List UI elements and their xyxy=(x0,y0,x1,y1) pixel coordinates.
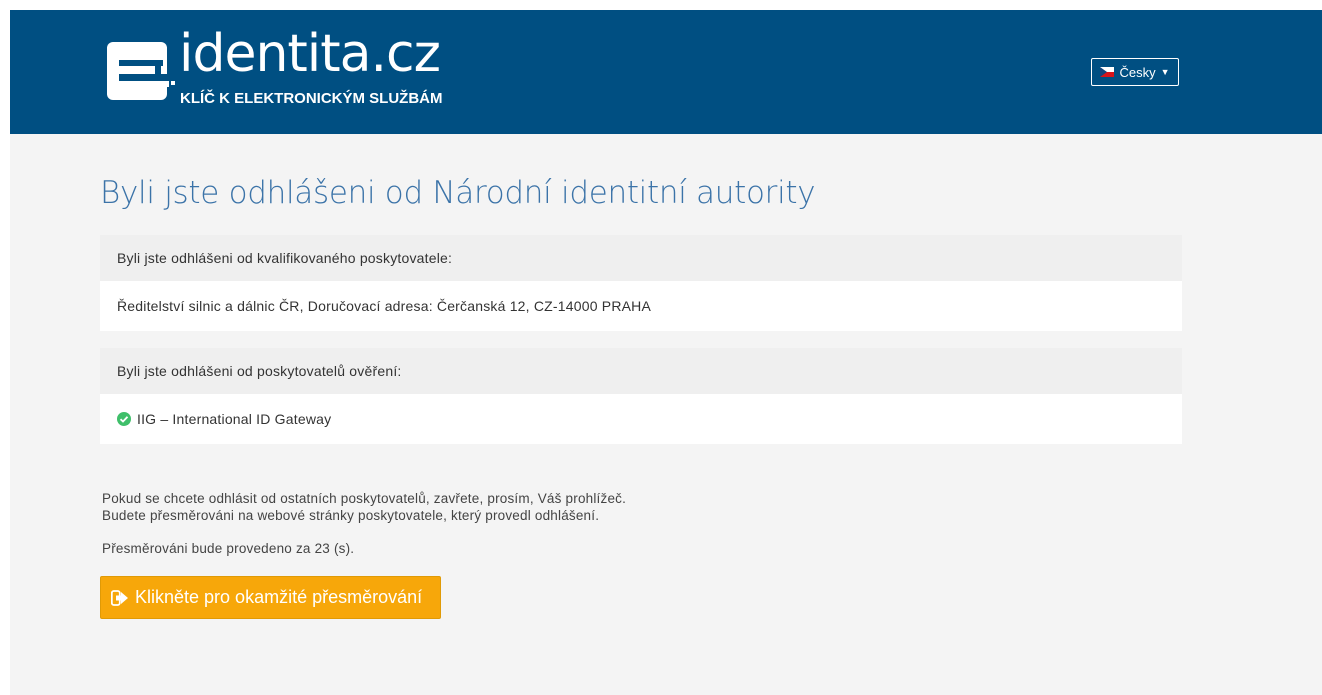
page-frame: identita.cz KLÍČ K ELEKTRONICKÝM SLUŽBÁM… xyxy=(10,10,1322,695)
redirect-now-button[interactable]: Klikněte pro okamžité přesměrování xyxy=(100,576,441,619)
provider-panel: Byli jste odhlášeni od kvalifikovaného p… xyxy=(100,235,1182,331)
e-key-logo-icon xyxy=(107,42,177,100)
czech-flag-icon xyxy=(1100,67,1115,77)
verification-item: IIG – International ID Gateway xyxy=(100,394,1182,444)
sign-out-icon xyxy=(111,589,128,606)
eidentita-logo[interactable]: identita.cz KLÍČ K ELEKTRONICKÝM SLUŽBÁM xyxy=(105,24,465,118)
verification-item-label: IIG – International ID Gateway xyxy=(137,411,332,427)
redirect-now-button-label: Klikněte pro okamžité přesměrování xyxy=(135,587,423,607)
info-line-2: Budete přesměrováni na webové stránky po… xyxy=(102,508,600,523)
provider-panel-heading: Byli jste odhlášeni od kvalifikovaného p… xyxy=(100,235,1182,281)
check-circle-icon xyxy=(117,412,131,426)
logo-text: identita.cz xyxy=(179,24,441,84)
page-title: Byli jste odhlášeni od Národní identitní… xyxy=(100,175,816,211)
countdown-text: Přesměrováni bude provedeno za 23 (s). xyxy=(102,541,355,556)
verification-panel: Byli jste odhlášeni od poskytovatelů ově… xyxy=(100,348,1182,444)
info-line-1: Pokud se chcete odhlásit od ostatních po… xyxy=(102,491,627,506)
provider-panel-value: Ředitelství silnic a dálnic ČR, Doručova… xyxy=(100,281,1182,331)
language-label: Česky xyxy=(1119,64,1156,80)
caret-down-icon: ▼ xyxy=(1160,67,1170,77)
logo-tagline: KLÍČ K ELEKTRONICKÝM SLUŽBÁM xyxy=(180,90,443,107)
verification-panel-heading: Byli jste odhlášeni od poskytovatelů ově… xyxy=(100,348,1182,394)
language-dropdown-button[interactable]: Česky ▼ xyxy=(1091,58,1179,86)
header-bar: identita.cz KLÍČ K ELEKTRONICKÝM SLUŽBÁM… xyxy=(10,10,1322,134)
